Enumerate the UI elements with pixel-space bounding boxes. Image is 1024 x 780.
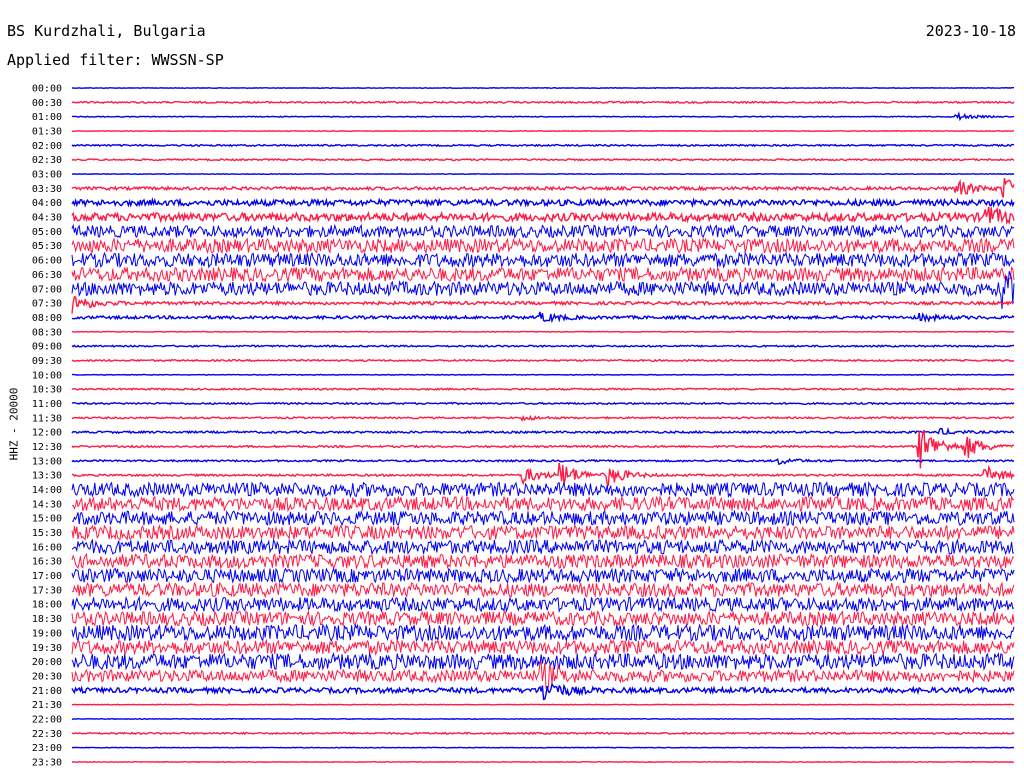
tick-label: 01:00 <box>32 112 62 123</box>
tick-label: 16:30 <box>32 557 62 568</box>
tick-label: 00:00 <box>32 84 62 95</box>
tick-label: 23:00 <box>32 743 62 754</box>
trace-line <box>72 414 1015 423</box>
trace-line <box>71 401 1015 406</box>
trace-line <box>71 311 1015 324</box>
trace-line <box>72 358 1015 363</box>
trace-line <box>71 651 1015 671</box>
tick-label: 19:30 <box>32 643 62 654</box>
tick-label: 21:30 <box>32 700 62 711</box>
tick-label: 16:00 <box>32 542 62 553</box>
tick-label: 13:30 <box>32 471 62 482</box>
tick-label: 11:00 <box>32 399 62 410</box>
tick-label: 08:00 <box>32 313 62 324</box>
trace-line <box>72 717 1015 721</box>
tick-label: 02:30 <box>32 155 62 166</box>
trace-line <box>71 237 1015 255</box>
tick-label: 21:00 <box>32 686 62 697</box>
trace-line <box>71 157 1015 162</box>
trace-line <box>72 373 1015 376</box>
tick-label: 10:30 <box>32 385 62 396</box>
tick-label: 15:00 <box>32 514 62 525</box>
tick-label: 08:30 <box>32 327 62 338</box>
trace-line <box>71 223 1015 240</box>
tick-label: 11:30 <box>32 413 62 424</box>
tick-label: 05:30 <box>32 241 62 252</box>
tick-label: 14:30 <box>32 499 62 510</box>
tick-label: 18:00 <box>32 600 62 611</box>
trace-line <box>72 330 1015 333</box>
trace-line <box>71 538 1014 556</box>
trace-line <box>71 206 1015 225</box>
trace-line <box>71 509 1015 527</box>
trace-line <box>72 760 1015 764</box>
trace-line <box>72 111 1015 122</box>
tick-label: 23:30 <box>32 757 62 768</box>
trace-line <box>71 86 1014 90</box>
trace-line <box>71 344 1015 348</box>
tick-label: 22:30 <box>32 729 62 740</box>
tick-label: 04:00 <box>32 198 62 209</box>
trace-line <box>71 100 1015 105</box>
trace-line <box>71 178 1015 198</box>
trace-line <box>71 429 1015 469</box>
trace-line <box>71 552 1015 570</box>
tick-label: 20:00 <box>32 657 62 668</box>
tick-label: 03:00 <box>32 170 62 181</box>
trace-line <box>71 251 1015 269</box>
tick-label: 05:00 <box>32 227 62 238</box>
trace-line <box>71 426 1015 435</box>
tick-label: 06:00 <box>32 256 62 267</box>
trace-line <box>71 523 1015 542</box>
trace-line <box>71 682 1015 701</box>
tick-label: 12:30 <box>32 442 62 453</box>
tick-label: 22:00 <box>32 714 62 725</box>
tick-label: 01:30 <box>32 127 62 138</box>
tick-label: 00:30 <box>32 98 62 109</box>
trace-line <box>71 746 1015 749</box>
trace-line <box>71 494 1015 513</box>
tick-label: 06:30 <box>32 270 62 281</box>
tick-label: 04:30 <box>32 213 62 224</box>
trace-line <box>71 143 1015 148</box>
tick-label: 07:00 <box>32 284 62 295</box>
tick-label: 09:30 <box>32 356 62 367</box>
trace-line <box>71 609 1015 628</box>
tick-label: 14:00 <box>32 485 62 496</box>
tick-label: 15:30 <box>32 528 62 539</box>
trace-line <box>71 481 1015 499</box>
tick-label: 20:30 <box>32 671 62 682</box>
tick-label: 02:00 <box>32 141 62 152</box>
tick-label: 19:00 <box>32 628 62 639</box>
seismogram-plot: 00:00 00:30 01:00 01:30 02:00 02:30 03:00 03:30… <box>32 84 1015 768</box>
trace-line <box>71 462 1015 487</box>
tick-label: 13:00 <box>32 456 62 467</box>
tick-label: 07:30 <box>32 299 62 310</box>
trace-line <box>71 172 1015 176</box>
trace-line <box>71 197 1015 209</box>
tick-label: 10:00 <box>32 370 62 381</box>
trace-line <box>71 129 1015 133</box>
trace-line <box>71 265 1015 283</box>
trace-line <box>71 623 1015 643</box>
tick-label: 17:00 <box>32 571 62 582</box>
trace-line <box>71 567 1015 584</box>
tick-label: 17:30 <box>32 585 62 596</box>
tick-label: 09:00 <box>32 342 62 353</box>
trace-line <box>71 638 1015 656</box>
tick-label: 03:30 <box>32 184 62 195</box>
trace-line <box>71 295 1015 314</box>
trace-line <box>71 457 1015 465</box>
trace-line <box>71 580 1015 599</box>
tick-label: 12:00 <box>32 428 62 439</box>
trace-line <box>71 703 1015 706</box>
tick-label: 18:30 <box>32 614 62 625</box>
trace-line <box>71 595 1015 614</box>
trace-line <box>72 387 1015 391</box>
trace-line <box>71 731 1015 736</box>
